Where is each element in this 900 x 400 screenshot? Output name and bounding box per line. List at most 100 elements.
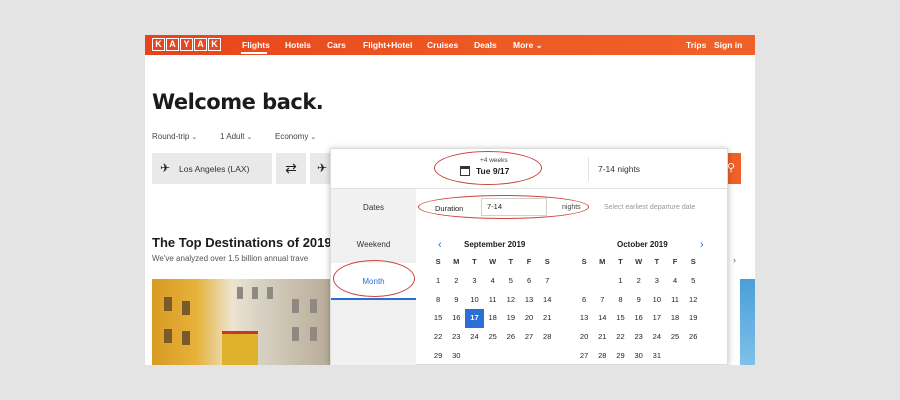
calendar-day[interactable]: 26 [502, 328, 520, 347]
tab-dates[interactable]: Dates [331, 189, 416, 226]
duration-input[interactable]: 7-14 [481, 198, 547, 216]
popup-header: +4 weeks Tue 9/17 7-14 nights [331, 149, 727, 189]
weekday-label: T [618, 257, 623, 266]
calendar-day[interactable]: 28 [538, 328, 556, 347]
calendar-day[interactable]: 24 [648, 328, 666, 347]
month-title-october: October 2019 [617, 240, 668, 249]
calendar-day[interactable]: 22 [611, 328, 629, 347]
swap-button[interactable]: ⇄ [276, 153, 306, 184]
calendar-day[interactable]: 1 [611, 272, 629, 291]
weekday-label: F [672, 257, 678, 266]
calendar-day[interactable]: 18 [666, 309, 684, 328]
calendar-empty-cell [484, 347, 502, 365]
calendar-day[interactable]: 19 [684, 309, 702, 328]
calendar-day[interactable]: 2 [630, 272, 648, 291]
calendar-day[interactable]: 14 [538, 291, 556, 310]
calendar-day[interactable]: 27 [520, 328, 538, 347]
nav-hotels[interactable]: Hotels [285, 40, 311, 50]
trip-type-select[interactable]: Round-trip ⌄ [152, 132, 197, 141]
cabin-select[interactable]: Economy ⌄ [275, 132, 316, 141]
destination-photo[interactable] [152, 279, 330, 365]
calendar-day[interactable]: 5 [684, 272, 702, 291]
next-month-chevron-right-icon[interactable]: › [700, 239, 704, 251]
calendar-day[interactable]: 6 [575, 291, 593, 310]
calendar-day[interactable]: 13 [575, 309, 593, 328]
weekday-label: S [544, 257, 550, 266]
calendar-day[interactable]: 13 [520, 291, 538, 310]
nav-more[interactable]: More ⌄ [513, 40, 543, 50]
calendar-day[interactable]: 18 [484, 309, 502, 328]
destination-photo-2[interactable] [740, 279, 755, 365]
calendar-day[interactable]: 24 [465, 328, 483, 347]
calendar-day[interactable]: 12 [684, 291, 702, 310]
tab-weekend[interactable]: Weekend [331, 226, 416, 263]
nav-cars[interactable]: Cars [327, 40, 346, 50]
adults-select[interactable]: 1 Adult ⌄ [220, 132, 252, 141]
calendar-day[interactable]: 8 [611, 291, 629, 310]
calendar-day[interactable]: 25 [484, 328, 502, 347]
calendar-day[interactable]: 5 [502, 272, 520, 291]
calendar-day[interactable]: 10 [648, 291, 666, 310]
calendar-day[interactable]: 16 [630, 309, 648, 328]
calendar-day[interactable]: 28 [593, 347, 611, 365]
calendar-day[interactable]: 11 [484, 291, 502, 310]
calendar-day[interactable]: 7 [538, 272, 556, 291]
calendar-day[interactable]: 29 [429, 347, 447, 365]
nav-flight-hotel[interactable]: Flight+Hotel [363, 40, 412, 50]
calendar-day[interactable]: 21 [593, 328, 611, 347]
origin-field[interactable]: ✈ Los Angeles (LAX) [152, 153, 272, 184]
trip-type-label: Round-trip [152, 132, 190, 141]
calendar-day[interactable]: 20 [520, 309, 538, 328]
nav-deals[interactable]: Deals [474, 40, 497, 50]
calendar-day[interactable]: 30 [447, 347, 465, 365]
kayak-window: K A Y A K Flights Hotels Cars Flight+Hot… [145, 35, 755, 365]
nav-trips[interactable]: Trips [686, 40, 706, 50]
calendar-day[interactable]: 25 [666, 328, 684, 347]
nav-cruises[interactable]: Cruises [427, 40, 458, 50]
calendar-day[interactable]: 2 [447, 272, 465, 291]
calendar-day[interactable]: 1 [429, 272, 447, 291]
calendar-day[interactable]: 9 [630, 291, 648, 310]
calendar-day[interactable]: 3 [648, 272, 666, 291]
calendar-day-selected[interactable]: 17 [465, 309, 484, 329]
weekday-label: W [635, 257, 643, 266]
calendar-day[interactable]: 3 [465, 272, 483, 291]
chevron-right-icon[interactable]: › [733, 255, 736, 265]
calendar-day[interactable]: 8 [429, 291, 447, 310]
calendar-day[interactable]: 20 [575, 328, 593, 347]
calendar-day[interactable]: 10 [465, 291, 483, 310]
calendar-day[interactable]: 4 [666, 272, 684, 291]
calendar-day[interactable]: 29 [611, 347, 629, 365]
calendar-day[interactable]: 7 [593, 291, 611, 310]
calendar-week: 27 28 29 30 31 [575, 347, 702, 365]
calendar-day[interactable]: 17 [648, 309, 666, 328]
departure-date-value[interactable]: Tue 9/17 [476, 166, 509, 176]
calendar-day[interactable]: 30 [630, 347, 648, 365]
nights-value[interactable]: 7-14 nights [598, 164, 640, 174]
calendar-day[interactable]: 31 [648, 347, 666, 365]
swap-arrows-icon: ⇄ [285, 160, 297, 176]
top-destinations-subtitle: We've analyzed over 1.5 billion annual t… [152, 254, 309, 263]
nav-flights[interactable]: Flights [242, 40, 270, 50]
airplane-icon: ✈ [160, 161, 171, 175]
calendar-day[interactable]: 23 [447, 328, 465, 347]
calendar-day[interactable]: 15 [611, 309, 629, 328]
prev-month-chevron-left-icon[interactable]: ‹ [438, 239, 442, 251]
calendar-day[interactable]: 4 [484, 272, 502, 291]
calendar-day[interactable]: 6 [520, 272, 538, 291]
calendar-day[interactable]: 27 [575, 347, 593, 365]
nav-sign-in[interactable]: Sign in [714, 40, 742, 50]
calendar-day[interactable]: 19 [502, 309, 520, 328]
kayak-logo[interactable]: K A Y A K [152, 38, 221, 51]
calendar-day[interactable]: 21 [538, 309, 556, 328]
calendar-day[interactable]: 11 [666, 291, 684, 310]
calendar-empty-cell [520, 347, 538, 365]
calendar-day[interactable]: 14 [593, 309, 611, 328]
calendar-day[interactable]: 23 [630, 328, 648, 347]
calendar-day[interactable]: 22 [429, 328, 447, 347]
calendar-day[interactable]: 26 [684, 328, 702, 347]
calendar-day[interactable]: 9 [447, 291, 465, 310]
calendar-day[interactable]: 16 [447, 309, 465, 328]
calendar-day[interactable]: 15 [429, 309, 447, 328]
calendar-day[interactable]: 12 [502, 291, 520, 310]
